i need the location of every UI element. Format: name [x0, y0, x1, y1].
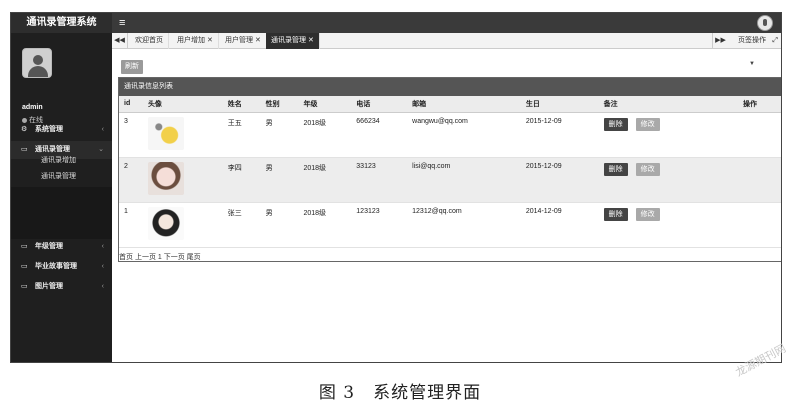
close-icon[interactable]: ✕: [207, 37, 213, 44]
column-header: 操作: [738, 96, 781, 113]
avatar: [22, 48, 52, 78]
cell-id: 1: [119, 202, 143, 248]
contacts-table: id 头像 姓名 性别 年级 电话 邮箱 生日 备注 操作 3 王五 男 201…: [119, 96, 781, 248]
cell-grade: 2018级: [298, 112, 352, 158]
sidebar-item-story[interactable]: ▭ 毕业故事管理 ‹: [11, 258, 112, 276]
chevron-left-icon: ‹: [101, 243, 104, 250]
cell-grade: 2018级: [298, 157, 352, 203]
cell-name: 李四: [222, 157, 261, 203]
cell-actions: 删除 修改: [598, 157, 739, 203]
username: admin: [22, 104, 43, 111]
cell-email: lisi@qq.com: [407, 157, 521, 203]
monitor-icon: ▭: [21, 243, 28, 250]
delete-button[interactable]: 删除: [603, 162, 628, 176]
tab-next-icon[interactable]: ▶▶: [712, 33, 728, 49]
panel-title: 通讯录信息列表: [119, 78, 781, 96]
column-header: 姓名: [222, 96, 261, 113]
column-header: 生日: [520, 96, 599, 113]
cell-avatar: [142, 202, 223, 248]
cell-birthday: 2015-12-09: [520, 157, 599, 203]
sidebar-subitem-contact-manage[interactable]: 通讯录管理: [11, 170, 112, 184]
tab-user-manage[interactable]: 用户管理 ✕: [220, 33, 267, 49]
cell-gender: 男: [260, 202, 299, 248]
cell-birthday: 2014-12-09: [520, 202, 599, 248]
gear-icon: ⚙: [21, 126, 28, 133]
cell-avatar: [142, 112, 223, 158]
sidebar-item-picture[interactable]: ▭ 图片管理 ‹: [11, 278, 112, 296]
edit-button[interactable]: 修改: [635, 207, 660, 221]
cell-id: 2: [119, 157, 143, 203]
table-row: 2 李四 男 2018级 33123 lisi@qq.com 2015-12-0…: [119, 157, 781, 203]
cell-ops: [738, 112, 781, 158]
tab-prev-icon[interactable]: ◀◀: [112, 33, 128, 49]
cell-name: 王五: [222, 112, 261, 158]
refresh-button[interactable]: 刷新: [121, 60, 143, 74]
cell-grade: 2018级: [298, 202, 352, 248]
monitor-icon: ▭: [21, 283, 28, 290]
caret-down-icon[interactable]: ▼: [749, 61, 755, 67]
close-icon[interactable]: ✕: [255, 37, 261, 44]
tab-welcome[interactable]: 欢迎首页: [130, 33, 169, 49]
edit-button[interactable]: 修改: [635, 117, 660, 131]
app-window: 通讯录管理系统 ≡ admin 在线 ⚙ 系统管理 ‹ ▭ 通讯录管理 ⌄ 通讯录增加 …: [10, 12, 782, 363]
cell-ops: [738, 157, 781, 203]
contacts-submenu: [11, 187, 112, 239]
delete-button[interactable]: 删除: [603, 207, 628, 221]
figure-caption: 图 3 系统管理界面: [318, 383, 482, 403]
cell-phone: 33123: [351, 157, 408, 203]
cell-gender: 男: [260, 112, 299, 158]
cell-ops: [738, 202, 781, 248]
sidebar-item-grade[interactable]: ▭ 年级管理 ‹: [11, 238, 112, 256]
table-row: 1 张三 男 2018级 123123 12312@qq.com 2014-12…: [119, 202, 781, 248]
sidebar-item-system[interactable]: ⚙ 系统管理 ‹: [11, 121, 112, 139]
column-header: id: [119, 96, 143, 113]
column-header: 头像: [142, 96, 223, 113]
close-icon[interactable]: ✕: [308, 37, 314, 44]
app-title: 通讯录管理系统: [11, 13, 112, 33]
cell-phone: 666234: [351, 112, 408, 158]
fullscreen-icon[interactable]: ⤢: [772, 33, 778, 49]
tab-bar: ◀◀ 欢迎首页 用户增加 ✕ 用户管理 ✕ 通讯录管理 ✕ ▶▶ 页签操作 ⤢: [112, 33, 781, 49]
cell-gender: 男: [260, 157, 299, 203]
cell-phone: 123123: [351, 202, 408, 248]
column-header: 备注: [598, 96, 739, 113]
table-header-row: id 头像 姓名 性别 年级 电话 邮箱 生日 备注 操作: [119, 96, 781, 113]
sidebar-subitem-contact-add[interactable]: 通讯录增加: [11, 154, 112, 168]
column-header: 电话: [351, 96, 408, 113]
monitor-icon: ▭: [21, 263, 28, 270]
column-header: 年级: [298, 96, 352, 113]
pagination[interactable]: 首页 上一页 1 下一页 尾页: [119, 252, 201, 262]
edit-button[interactable]: 修改: [635, 162, 660, 176]
chevron-left-icon: ‹: [101, 126, 104, 133]
tab-contacts-manage[interactable]: 通讯录管理 ✕: [266, 33, 320, 49]
avatar-image: [147, 116, 184, 150]
tab-operations-menu[interactable]: 页签操作: [738, 33, 766, 49]
sidebar: admin 在线 ⚙ 系统管理 ‹ ▭ 通讯录管理 ⌄ 通讯录增加 通讯录管理 ▭ 年级管…: [11, 33, 112, 362]
cell-email: wangwu@qq.com: [407, 112, 521, 158]
contacts-panel: 通讯录信息列表 id 头像 姓名 性别 年级 电话 邮箱 生日 备注 操作 3 …: [118, 77, 781, 262]
cell-birthday: 2015-12-09: [520, 112, 599, 158]
avatar-image: [147, 206, 184, 240]
main-content: 刷新 ▼ 通讯录信息列表 id 头像 姓名 性别 年级 电话 邮箱 生日 备注 …: [112, 49, 781, 362]
cell-actions: 删除 修改: [598, 112, 739, 158]
cell-email: 12312@qq.com: [407, 202, 521, 248]
table-row: 3 王五 男 2018级 666234 wangwu@qq.com 2015-1…: [119, 112, 781, 158]
cell-name: 张三: [222, 202, 261, 248]
column-header: 性别: [260, 96, 299, 113]
chevron-left-icon: ‹: [101, 283, 104, 290]
delete-button[interactable]: 删除: [603, 117, 628, 131]
chevron-left-icon: ‹: [101, 263, 104, 270]
user-menu-icon[interactable]: [757, 15, 773, 31]
top-bar: 通讯录管理系统 ≡: [11, 13, 781, 33]
column-header: 邮箱: [407, 96, 521, 113]
cell-avatar: [142, 157, 223, 203]
cell-id: 3: [119, 112, 143, 158]
cell-actions: 删除 修改: [598, 202, 739, 248]
tab-user-add[interactable]: 用户增加 ✕: [172, 33, 219, 49]
avatar-image: [147, 161, 184, 195]
menu-toggle-icon[interactable]: ≡: [119, 16, 125, 30]
